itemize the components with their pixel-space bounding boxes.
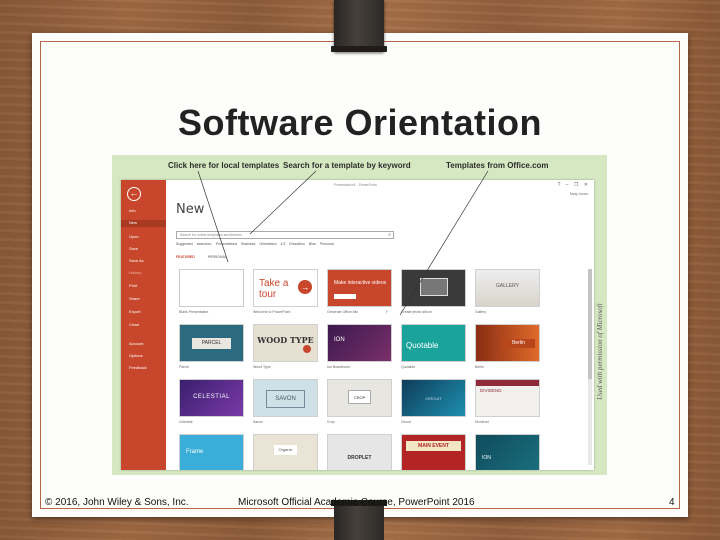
template-tile-text: DIVIDEND: [480, 388, 502, 393]
tab-personal[interactable]: PERSONAL: [208, 255, 227, 259]
sidebar-item-account[interactable]: Account: [129, 341, 143, 346]
template-tile-text: CIRCUIT: [425, 396, 442, 401]
sidebar-item-new[interactable]: New: [121, 220, 166, 227]
page-number: 4: [669, 497, 675, 508]
template-caption: Blank Presentation: [179, 310, 209, 314]
window-controls[interactable]: ? – ❐ ✕: [558, 182, 590, 188]
template-caption: Dividend: [475, 420, 489, 424]
template-tile[interactable]: CIRCUIT: [401, 379, 466, 417]
template-tabs: FEATURED PERSONAL: [176, 255, 239, 259]
suggested-searches[interactable]: Suggested searches: Presentations Busine…: [176, 242, 334, 246]
template-tile-text: Make interactive videos: [334, 280, 387, 286]
sidebar-item-save-as[interactable]: Save As: [129, 258, 144, 263]
callout-search-keyword: Search for a template by keyword: [283, 161, 411, 170]
photo-frame-shape: [420, 278, 448, 296]
sidebar-item-export[interactable]: Export: [129, 309, 141, 314]
slide-title: Software Orientation: [177, 102, 543, 143]
template-tile-text: CELESTIAL: [193, 394, 230, 400]
template-tile-text: DROPLET: [347, 455, 372, 461]
template-caption: Ion Boardroom: [327, 365, 351, 369]
footer-copyright: © 2016, John Wiley & Sons, Inc.: [45, 497, 189, 508]
binder-clip-top: [331, 0, 387, 52]
template-tile-text: Organic: [274, 445, 297, 455]
sidebar-item-save[interactable]: Save: [129, 246, 138, 251]
accent-dot: [303, 345, 311, 353]
search-placeholder: Search for online templates and themes: [180, 233, 242, 237]
sidebar-item-open[interactable]: Open: [129, 234, 139, 239]
scrollbar[interactable]: [588, 269, 592, 465]
template-tile-text: ION: [334, 337, 345, 343]
template-tile-text: Take a tour: [259, 278, 289, 300]
template-tile[interactable]: CROP: [327, 379, 392, 417]
template-tile[interactable]: Make interactive videos: [327, 269, 392, 307]
template-tile-text: CROP: [348, 390, 371, 404]
template-caption: Wood Type: [253, 365, 271, 369]
template-caption: Welcome to PowerPoint: [253, 310, 291, 314]
header-band: [476, 380, 539, 386]
template-tile-text: Frame: [186, 449, 204, 455]
search-icon[interactable]: ⌕: [388, 232, 391, 238]
footer-course: Microsoft Official Academic Course, Powe…: [238, 497, 475, 508]
template-caption: Celestial: [179, 420, 193, 424]
window-title: Presentation1 - PowerPoint: [334, 183, 377, 187]
template-tile[interactable]: PARCEL: [179, 324, 244, 362]
template-tile-text: GALLERY: [496, 283, 519, 289]
template-tile[interactable]: [179, 269, 244, 307]
user-name[interactable]: Mary Jones: [570, 192, 588, 196]
sidebar-item-close[interactable]: Close: [129, 322, 139, 327]
template-tile-text: WOOD TYPE: [257, 335, 314, 345]
sidebar-item-info[interactable]: Info: [129, 208, 136, 213]
template-caption: Circuit: [401, 420, 411, 424]
template-caption: Generate Office Mix: [327, 310, 359, 314]
template-search-input[interactable]: Search for online templates and themes ⌕: [176, 231, 394, 239]
template-caption: Parcel: [179, 365, 189, 369]
callout-office-templates: Templates from Office.com: [446, 161, 549, 170]
template-tile-text: Quotable: [406, 341, 439, 350]
template-tile[interactable]: [401, 269, 466, 307]
template-tile-text: SAVON: [266, 390, 305, 408]
scrollbar-thumb[interactable]: [588, 269, 592, 379]
page-title: New: [176, 202, 205, 217]
template-tile[interactable]: Frame: [179, 434, 244, 470]
template-tile[interactable]: Take a tour →: [253, 269, 318, 307]
arrow-right-icon: →: [298, 280, 312, 294]
template-caption: Savon: [253, 420, 263, 424]
template-caption: Crop: [327, 420, 335, 424]
back-arrow-icon[interactable]: ←: [127, 187, 141, 201]
template-caption: Create photo album: [401, 310, 432, 314]
template-tile[interactable]: Berlin: [475, 324, 540, 362]
template-caption: Berlin: [475, 365, 484, 369]
template-tile-text: PARCEL: [192, 338, 231, 349]
template-caption: Gallery: [475, 310, 487, 314]
backstage-sidebar: ← Info New Open Save Save As History Pri…: [121, 180, 166, 470]
sidebar-item-feedback[interactable]: Feedback: [129, 365, 147, 370]
template-tile-text: Berlin: [502, 339, 535, 348]
template-tile[interactable]: GALLERY: [475, 269, 540, 307]
template-tile[interactable]: ION: [475, 434, 540, 470]
template-tile[interactable]: CELESTIAL: [179, 379, 244, 417]
template-tile[interactable]: MAIN EVENT: [401, 434, 466, 470]
pin-icon[interactable]: ⫯: [386, 309, 388, 314]
title-bar: Presentation1 - PowerPoint ? – ❐ ✕ Mary …: [166, 180, 594, 198]
sidebar-item-history[interactable]: History: [129, 270, 141, 275]
mix-button-shape: [334, 294, 356, 299]
template-tile-text: MAIN EVENT: [406, 441, 461, 451]
tab-featured[interactable]: FEATURED: [176, 255, 195, 259]
sidebar-item-share[interactable]: Share: [129, 296, 140, 301]
template-tile-text: ION: [482, 455, 491, 461]
template-tile[interactable]: ION: [327, 324, 392, 362]
template-tile[interactable]: WOOD TYPE: [253, 324, 318, 362]
sidebar-item-options[interactable]: Options: [129, 353, 143, 358]
template-tile[interactable]: Quotable: [401, 324, 466, 362]
sidebar-item-print[interactable]: Print: [129, 283, 137, 288]
template-tile[interactable]: DIVIDEND: [475, 379, 540, 417]
side-credit: Used with permission of Microsoft: [596, 303, 604, 400]
callout-local-templates: Click here for local templates: [168, 161, 280, 170]
template-tile[interactable]: SAVON: [253, 379, 318, 417]
template-caption: Quotable: [401, 365, 416, 369]
powerpoint-window: ← Info New Open Save Save As History Pri…: [121, 180, 594, 470]
template-tile[interactable]: DROPLET: [327, 434, 392, 470]
template-tile[interactable]: Organic: [253, 434, 318, 470]
